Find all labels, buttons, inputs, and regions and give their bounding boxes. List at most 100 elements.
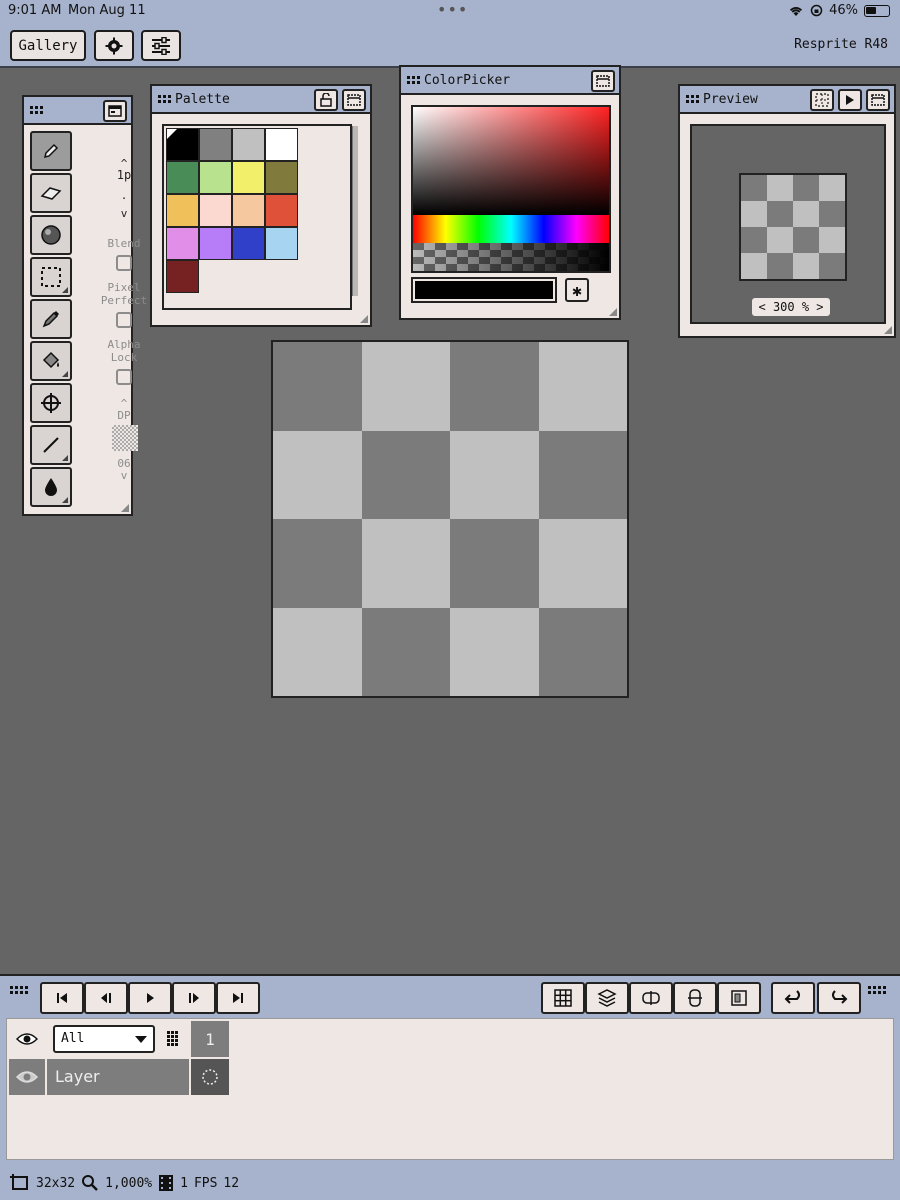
redo-button[interactable] [817,982,861,1014]
layer-visibility-toggle[interactable] [9,1059,45,1095]
multitask-dots[interactable]: ••• [437,0,468,19]
grip-icon[interactable] [868,986,886,994]
preview-viewport[interactable]: < 300 % > [690,124,886,324]
top-bar: 9:01 AM Mon Aug 11 ••• 46% Gallery Respr… [0,0,900,68]
zoom-decrease[interactable]: < [758,300,772,314]
resize-handle[interactable] [360,315,368,323]
eye-icon [16,1071,38,1083]
alpha-slider[interactable] [413,243,609,271]
palette-swatch[interactable] [265,194,298,227]
eye-icon [16,1033,38,1045]
orientation-lock-icon [810,4,823,17]
canvas-size: 32x32 [36,1175,76,1191]
hue-slider[interactable] [413,215,609,243]
next-frame-button[interactable] [172,982,216,1014]
eyedropper-tool[interactable] [30,299,72,339]
palette-swatch[interactable] [199,128,232,161]
colorpicker-panel-header[interactable]: ColorPicker [401,67,619,95]
preview-tile-button[interactable] [810,89,834,111]
grip-icon[interactable] [30,106,43,114]
palette-swatch[interactable] [199,227,232,260]
current-color-well[interactable] [411,277,557,303]
palette-swatch[interactable] [232,227,265,260]
palette-swatch[interactable] [166,194,199,227]
palette-swatch[interactable] [166,260,199,293]
resize-handle[interactable] [884,326,892,334]
line-tool[interactable] [30,425,72,465]
layers-icon [597,989,617,1007]
layer-name[interactable]: Layer [47,1059,189,1095]
asterisk-icon: ✱ [572,280,582,300]
preview-menu-button[interactable] [866,89,890,111]
zoom-increase[interactable]: > [809,300,823,314]
blend-checkbox[interactable] [116,255,132,271]
palette-swatch[interactable] [232,194,265,227]
adjustments-button[interactable] [141,30,181,61]
pixel-perfect-checkbox[interactable] [116,312,132,328]
status-time: 9:01 AM [8,3,62,18]
frame-grid-button[interactable] [541,982,585,1014]
grip-icon[interactable] [686,95,699,103]
pencil-tool[interactable] [30,131,72,171]
dither-pattern-swatch[interactable] [112,425,138,451]
smudge-tool[interactable] [30,467,72,507]
palette-lock-button[interactable] [314,89,338,111]
preview-play-button[interactable] [838,89,862,111]
preview-title: Preview [703,91,758,107]
alpha-lock-checkbox[interactable] [116,369,132,385]
undo-button[interactable] [771,982,815,1014]
grip-icon[interactable] [407,76,420,84]
tool-submenu-indicator [62,371,68,377]
step-back-icon [101,993,111,1003]
select-tool[interactable] [30,257,72,297]
frame-duplicate-button[interactable] [717,982,761,1014]
skip-start-icon [57,993,67,1003]
loop-button[interactable] [629,982,673,1014]
palette-swatch[interactable] [199,194,232,227]
move-tool[interactable] [30,383,72,423]
fill-tool[interactable] [30,341,72,381]
first-frame-button[interactable] [40,982,84,1014]
blend-label: Blend [107,237,141,250]
battery-icon [864,4,890,17]
resize-handle[interactable] [121,504,129,512]
palette-swatch[interactable] [265,161,298,194]
layer-filter-select[interactable]: All [53,1025,155,1053]
palette-swatch[interactable] [265,227,298,260]
palette-scrollbar[interactable] [352,126,358,296]
cel-1[interactable] [191,1059,229,1095]
palette-swatch[interactable] [199,161,232,194]
play-button[interactable] [128,982,172,1014]
palette-swatch[interactable] [166,227,199,260]
drawing-canvas[interactable] [271,340,629,698]
onion-skin-button[interactable] [585,982,629,1014]
eraser-tool[interactable] [30,173,72,213]
colorpicker-menu-button[interactable] [591,70,615,92]
grip-icon[interactable] [158,95,171,103]
preview-zoom-control[interactable]: < 300 % > [752,298,830,316]
settings-button[interactable] [94,30,134,61]
grip-icon[interactable] [10,986,28,994]
frame-drag-grip-icon[interactable] [167,1031,178,1046]
app-name: Resprite R48 [794,37,888,52]
palette-swatch[interactable] [166,161,199,194]
previous-frame-button[interactable] [84,982,128,1014]
palette-menu-button[interactable] [342,89,366,111]
dither-down[interactable]: v [98,469,150,482]
brush-size-down[interactable]: v [98,207,150,220]
saturation-value-area[interactable] [413,107,609,215]
last-frame-button[interactable] [216,982,260,1014]
shade-tool[interactable] [30,215,72,255]
toggle-all-visibility-button[interactable] [9,1021,45,1057]
tools-panel-toggle-button[interactable] [103,100,127,122]
palette-swatch[interactable] [265,128,298,161]
pingpong-button[interactable] [673,982,717,1014]
palette-swatch[interactable] [232,128,265,161]
palette-swatch[interactable] [166,128,199,161]
frame-icon [731,990,747,1006]
gallery-button[interactable]: Gallery [10,30,86,61]
palette-swatch[interactable] [232,161,265,194]
frame-header-1[interactable]: 1 [191,1021,229,1057]
color-mode-button[interactable]: ✱ [565,278,589,302]
resize-handle[interactable] [609,308,617,316]
